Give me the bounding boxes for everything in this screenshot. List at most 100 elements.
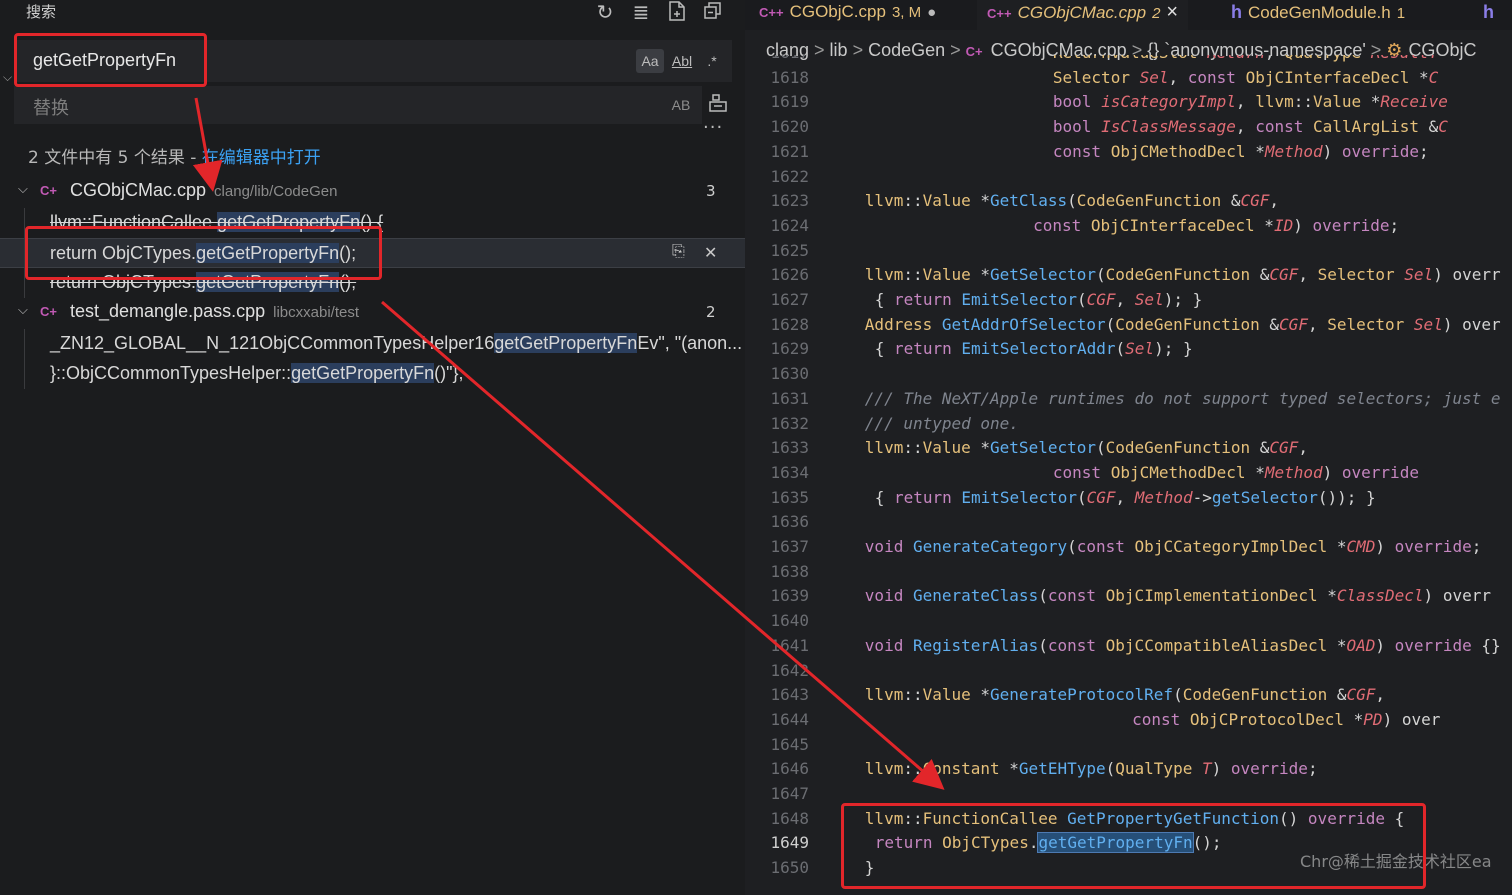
code-line[interactable]: 1629 { return EmitSelectorAddr(Sel); } <box>745 339 1512 364</box>
code-text: { return EmitSelector(CGF, Sel); } <box>874 290 1203 309</box>
dismiss-match-icon[interactable]: ✕ <box>704 243 717 263</box>
code-text: bool isCategoryImpl, llvm::Value *Receiv… <box>1052 92 1448 112</box>
use-regex-button[interactable]: .* <box>700 49 724 73</box>
code-line[interactable]: 1645 <box>745 735 1512 760</box>
line-number: 1644 <box>770 709 809 729</box>
code-line[interactable]: 1635 { return EmitSelector(CGF, Method->g… <box>745 488 1512 513</box>
code-line[interactable]: 1617 ReturnValueSlot Return, QualType Res… <box>745 55 1512 68</box>
replace-all-icon[interactable] <box>706 92 730 116</box>
preserve-case-button[interactable]: AB <box>666 93 696 117</box>
tab-codegenmodule-h[interactable]: h CodeGenModule.h 1 <box>1221 0 1415 30</box>
chevron-down-icon[interactable]: ⌵ <box>18 303 28 318</box>
line-number: 1650 <box>770 858 809 878</box>
tab-cgobjc-cpp[interactable]: C++ CGObjC.cpp 3, M ● <box>749 0 946 30</box>
tab-cgobjcmac-cpp[interactable]: C++ CGObjCMac.cpp 2 × <box>977 0 1189 30</box>
code-editor: C++ CGObjC.cpp 3, M ● C++ CGObjCMac.cpp 2 × hC… <box>745 0 1512 895</box>
code-line[interactable]: 1620 bool IsClassMessage, const CallArgLi… <box>745 117 1512 142</box>
result-file-path: libcxxabi/test <box>273 304 360 321</box>
result-file-test-demangle[interactable]: ⌵ C+ test_demangle.pass.cpp libcxxabi/tes… <box>0 299 745 329</box>
line-number: 1642 <box>770 660 809 680</box>
code-line[interactable]: 1626 llvm::Value *GetSelector(CodeGenFunc… <box>745 265 1512 290</box>
line-number: 1646 <box>770 759 809 779</box>
replace-match-icon[interactable]: ⎘ <box>672 243 685 261</box>
code-line[interactable]: 1621 const ObjCMethodDecl *Method) overri… <box>745 142 1512 167</box>
code-line[interactable]: 1633 llvm::Value *GetSelector(CodeGenFunc… <box>745 438 1512 463</box>
open-in-editor-link[interactable]: 在编辑器中打开 <box>202 148 321 168</box>
tab-badge: 3, M <box>891 4 922 21</box>
code-text: void GenerateClass(const ObjCImplementat… <box>864 586 1491 606</box>
code-line[interactable]: 1631 /// The NeXT/Apple runtimes do not s… <box>745 389 1512 414</box>
line-number: 1631 <box>770 388 809 408</box>
code-line[interactable]: 1638 <box>745 562 1512 587</box>
code-line[interactable]: 1641 void RegisterAlias(const ObjCCompati… <box>745 636 1512 661</box>
line-number: 1647 <box>770 784 809 803</box>
line-number: 1643 <box>770 685 809 705</box>
refresh-icon[interactable]: ↻ <box>592 0 618 24</box>
code-text: const ObjCMethodDecl *Method) override <box>1052 462 1419 482</box>
match-whole-word-button[interactable]: Abl <box>668 49 696 73</box>
code-text: ReturnValueSlot Return, QualType ResultT <box>1053 55 1438 62</box>
line-number: 1617 <box>745 55 809 62</box>
toggle-replace-chevron-icon[interactable]: ⌵ <box>3 70 12 85</box>
line-number: 1638 <box>770 561 809 581</box>
editor-tab-bar: C++ CGObjC.cpp 3, M ● C++ CGObjCMac.cpp 2 × hC… <box>745 0 1512 30</box>
code-line[interactable]: 1646 llvm::Constant *GetEHType(QualType T… <box>745 759 1512 784</box>
code-text: llvm::Value *GenerateProtocolRef(CodeGen… <box>864 685 1386 705</box>
tab-badge: 1 <box>1396 5 1406 22</box>
line-number: 1640 <box>770 611 809 631</box>
code-line[interactable]: 1630 <box>745 364 1512 389</box>
code-line[interactable]: 1625 <box>745 241 1512 266</box>
search-panel: 搜索 ↻ ≣ ⌵ getGetPropertyFn Aa Abl .* 替换 A… <box>0 0 745 895</box>
line-number: 1630 <box>770 364 809 384</box>
more-options-icon[interactable]: ··· <box>703 117 723 138</box>
code-line[interactable]: 1639 void GenerateClass(const ObjCImpleme… <box>745 586 1512 611</box>
code-text: llvm::Value *GetSelector(CodeGenFunction… <box>864 265 1501 285</box>
code-line[interactable]: 1637 void GenerateCategory(const ObjCCate… <box>745 537 1512 562</box>
line-number: 1618 <box>770 67 809 87</box>
code-line[interactable]: 1643 llvm::Value *GenerateProtocolRef(Cod… <box>745 685 1512 710</box>
code-text: void GenerateCategory(const ObjCCategory… <box>864 537 1482 556</box>
match-text: _ZN12_GLOBAL__N_121ObjCCommonTypesHelper… <box>50 333 495 353</box>
annotation-box-search-term <box>14 33 207 87</box>
result-file-name: CGObjCMac.cpp <box>70 180 207 200</box>
tab-label: CGObjC.cpp <box>789 2 886 21</box>
code-line[interactable]: 1627 { return EmitSelector(CGF, Sel); } <box>745 290 1512 315</box>
code-line[interactable]: 1628 Address GetAddrOfSelector(CodeGenFun… <box>745 315 1512 340</box>
close-icon[interactable]: × <box>1166 1 1178 23</box>
tab-label: CGObjCMac.cpp <box>1017 3 1147 22</box>
match-case-button[interactable]: Aa <box>636 49 664 73</box>
clear-results-icon[interactable]: ≣ <box>628 0 654 24</box>
tab-label: CodeGenModule.h <box>1248 3 1391 22</box>
code-line[interactable]: 1632 /// untyped one. <box>745 414 1512 439</box>
tab-overflow[interactable]: h <box>1473 0 1510 30</box>
result-file-cgobjcmac[interactable]: ⌵ C+ CGObjCMac.cpp clang/lib/CodeGen 3 <box>0 178 745 208</box>
code-line[interactable]: 1622 <box>745 167 1512 192</box>
line-number: 1639 <box>770 586 809 606</box>
code-line[interactable]: 1640 <box>745 611 1512 636</box>
line-number: 1625 <box>770 240 809 260</box>
line-number: 1629 <box>770 339 809 359</box>
line-number: 1632 <box>770 413 809 433</box>
line-number: 1626 <box>770 265 809 285</box>
result-count-badge: 3 <box>706 182 716 200</box>
result-match-row[interactable]: _ZN12_GLOBAL__N_121ObjCCommonTypesHelper… <box>0 329 745 359</box>
code-line[interactable]: 1642 <box>745 661 1512 686</box>
new-search-editor-icon[interactable] <box>664 0 690 24</box>
code-text: llvm::Constant *GetEHType(QualType T) ov… <box>864 759 1318 779</box>
code-area[interactable]: 1617 ReturnValueSlot Return, QualType Res… <box>745 55 1512 895</box>
code-line[interactable]: 1644 const ObjCProtocolDecl *PD) over <box>745 710 1512 735</box>
result-match-row[interactable]: }::ObjCCommonTypesHelper::getGetProperty… <box>0 359 745 389</box>
code-line[interactable]: 1636 <box>745 512 1512 537</box>
code-line[interactable]: 1634 const ObjCMethodDecl *Method) overri… <box>745 463 1512 488</box>
code-line[interactable]: 1618 Selector Sel, const ObjCInterfaceDec… <box>745 68 1512 93</box>
replace-input[interactable]: 替换 AB <box>14 86 702 124</box>
collapse-all-icon[interactable] <box>700 0 726 24</box>
code-line[interactable]: 1619 bool isCategoryImpl, llvm::Value *Re… <box>745 92 1512 117</box>
cpp-file-icon: C+ <box>40 183 57 198</box>
code-line[interactable]: 1623 llvm::Value *GetClass(CodeGenFunctio… <box>745 191 1512 216</box>
chevron-down-icon[interactable]: ⌵ <box>18 182 28 197</box>
code-text: bool IsClassMessage, const CallArgList &… <box>1052 117 1448 137</box>
result-file-path: clang/lib/CodeGen <box>214 183 338 200</box>
code-line[interactable]: 1624 const ObjCInterfaceDecl *ID) overrid… <box>745 216 1512 241</box>
match-text: Ev", "(anon... <box>637 333 743 353</box>
